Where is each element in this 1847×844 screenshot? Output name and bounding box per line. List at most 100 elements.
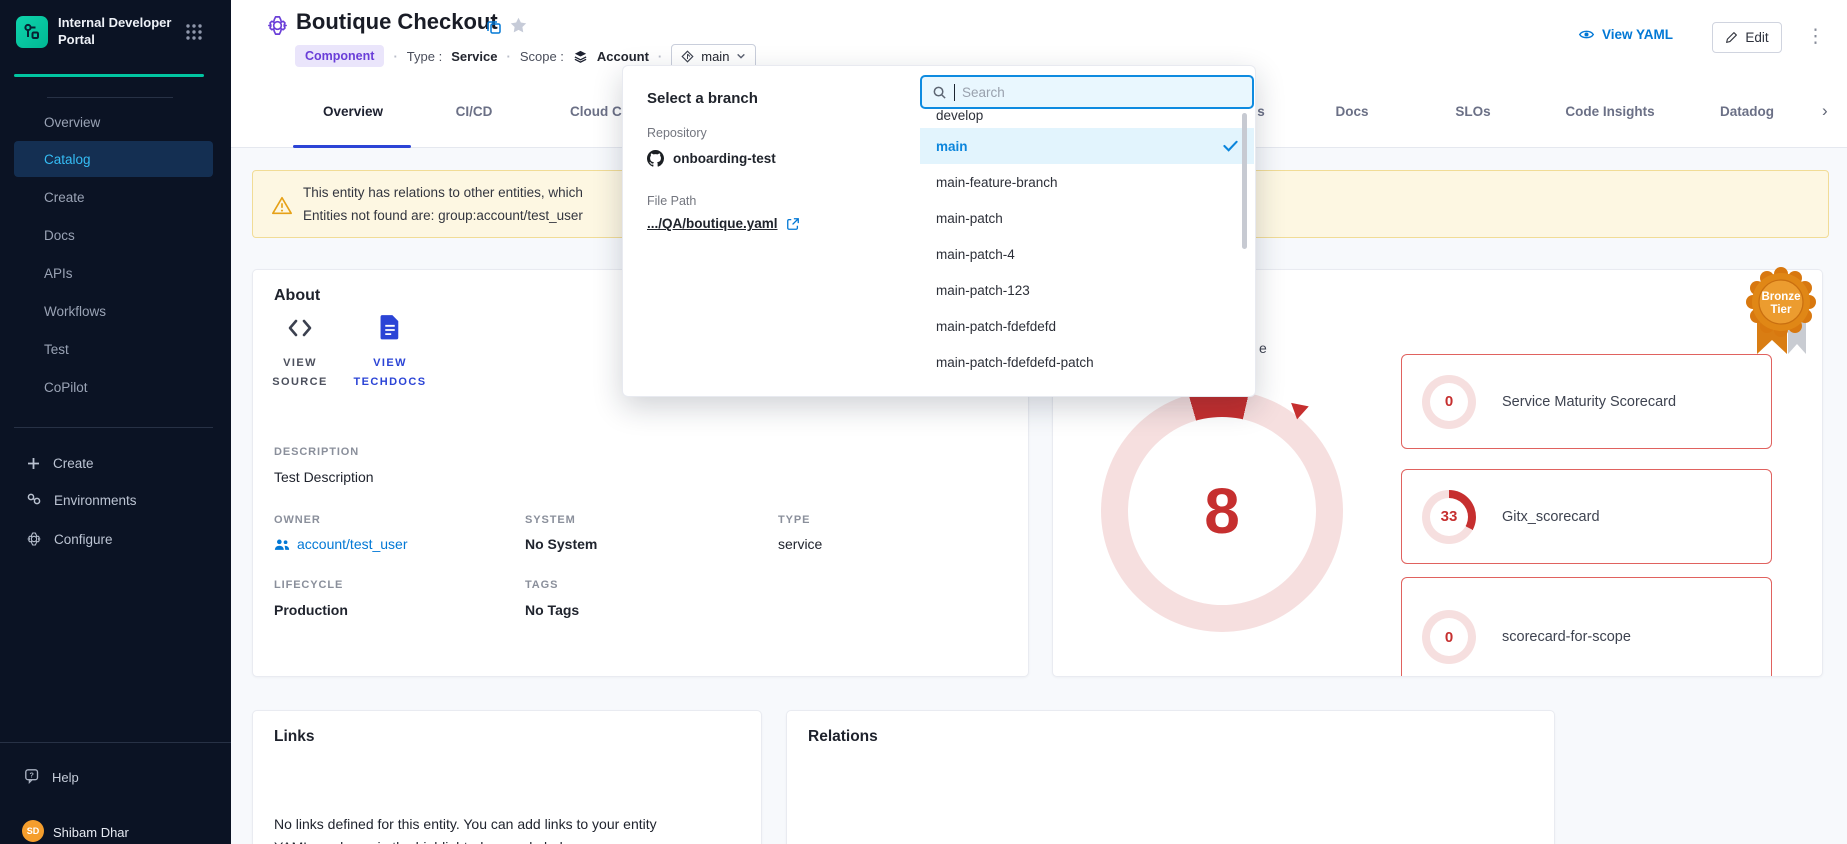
overall-score-gauge: 8 bbox=[1101, 390, 1343, 632]
search-placeholder: Search bbox=[962, 85, 1005, 100]
scorecard-item-gitx[interactable]: 33 Gitx_scorecard bbox=[1401, 469, 1772, 564]
branch-list: develop main main-feature-branch main-pa… bbox=[920, 109, 1254, 395]
branch-option-main-patch-123[interactable]: main-patch-123 bbox=[920, 272, 1254, 308]
kind-badge: Component bbox=[295, 45, 384, 67]
pencil-icon bbox=[1725, 31, 1738, 44]
user-name[interactable]: Shibam Dhar bbox=[53, 825, 129, 840]
branch-option-main-patch-fdefdefd-patch[interactable]: main-patch-fdefdefd-patch bbox=[920, 344, 1254, 380]
check-icon bbox=[1223, 140, 1238, 152]
description-label: DESCRIPTION bbox=[274, 446, 359, 458]
scorecard-item-service-maturity[interactable]: 0 Service Maturity Scorecard bbox=[1401, 354, 1772, 449]
sidebar-item-test[interactable]: Test bbox=[14, 331, 213, 367]
lifecycle-value: Production bbox=[274, 602, 348, 618]
links-empty-line2: YAML as shown in the highlighted example… bbox=[274, 836, 585, 844]
scope-value: Account bbox=[597, 49, 649, 64]
text-caret bbox=[954, 84, 955, 101]
code-icon bbox=[286, 316, 314, 340]
file-path-link[interactable]: .../QA/boutique.yaml bbox=[647, 216, 778, 231]
warning-triangle-icon bbox=[271, 195, 293, 217]
repository-value: onboarding-test bbox=[647, 150, 776, 167]
branch-option-main-patch[interactable]: main-patch bbox=[920, 200, 1254, 236]
hidden-text-fragment: e bbox=[1259, 340, 1267, 356]
lifecycle-label: LIFECYCLE bbox=[274, 579, 343, 591]
sidebar-divider-bottom bbox=[0, 742, 231, 743]
branch-option-main-patch-fdefdefd[interactable]: main-patch-fdefdefd bbox=[920, 308, 1254, 344]
view-source-button[interactable]: VIEW SOURCE bbox=[250, 316, 350, 391]
sidebar-item-workflows[interactable]: Workflows bbox=[14, 293, 213, 329]
links-title: Links bbox=[274, 728, 314, 746]
owner-link[interactable]: account/test_user bbox=[274, 536, 408, 552]
sidebar-action-environments[interactable]: Environments bbox=[14, 486, 213, 514]
help-chat-icon: ? bbox=[24, 768, 42, 786]
popover-title: Select a branch bbox=[647, 90, 758, 107]
tags-value: No Tags bbox=[525, 602, 579, 618]
badge-text-line2: Tier bbox=[1771, 304, 1792, 316]
sidebar-divider-mid bbox=[14, 427, 213, 428]
owner-label: OWNER bbox=[274, 514, 321, 526]
component-gear-icon bbox=[266, 14, 289, 37]
gear-icon bbox=[26, 531, 42, 547]
plus-icon bbox=[26, 456, 41, 471]
git-branch-icon bbox=[681, 50, 694, 63]
user-avatar[interactable]: SD bbox=[22, 820, 44, 842]
tab-cicd[interactable]: CI/CD bbox=[439, 104, 509, 119]
sidebar-item-copilot[interactable]: CoPilot bbox=[14, 369, 213, 405]
external-link-icon[interactable] bbox=[786, 217, 800, 231]
scorecard-mini-gauge: 33 bbox=[1422, 490, 1476, 544]
pipeline-glyph bbox=[22, 22, 42, 42]
view-yaml-button[interactable]: View YAML bbox=[1578, 26, 1673, 43]
gauge-arrow bbox=[1288, 403, 1309, 421]
system-value: No System bbox=[525, 536, 597, 552]
tab-docs[interactable]: Docs bbox=[1317, 104, 1387, 119]
banner-line-1: This entity has relations to other entit… bbox=[303, 185, 583, 200]
portal-logo-icon[interactable] bbox=[16, 16, 48, 48]
tab-datadog[interactable]: Datadog bbox=[1707, 104, 1787, 119]
tab-overview[interactable]: Overview bbox=[293, 104, 413, 119]
branch-popover: Select a branch Repository onboarding-te… bbox=[622, 65, 1256, 397]
more-tabs-chevron[interactable]: › bbox=[1822, 101, 1828, 121]
links-card: Links No links defined for this entity. … bbox=[252, 710, 762, 844]
badge-text-line1: Bronze bbox=[1762, 291, 1801, 303]
sidebar: Internal Developer Portal Overview Catal… bbox=[0, 0, 231, 844]
portal-title: Internal Developer Portal bbox=[58, 15, 180, 49]
overall-score-value: 8 bbox=[1204, 474, 1240, 548]
description-value: Test Description bbox=[274, 469, 374, 485]
scorecard-mini-gauge: 0 bbox=[1422, 375, 1476, 429]
sidebar-action-configure[interactable]: Configure bbox=[14, 525, 213, 553]
view-techdocs-button[interactable]: VIEW TECHDOCS bbox=[340, 314, 440, 391]
branch-option-main[interactable]: main bbox=[920, 128, 1254, 164]
tab-slos[interactable]: SLOs bbox=[1438, 104, 1508, 119]
bronze-tier-badge: Bronze Tier bbox=[1742, 264, 1820, 360]
branch-option-main-patch-4[interactable]: main-patch-4 bbox=[920, 236, 1254, 272]
scorecard-mini-gauge: 0 bbox=[1422, 610, 1476, 664]
sidebar-action-create[interactable]: Create bbox=[14, 449, 213, 477]
github-icon bbox=[647, 150, 664, 167]
chevron-down-icon bbox=[736, 51, 746, 61]
sidebar-item-create[interactable]: Create bbox=[14, 179, 213, 215]
eye-icon bbox=[1578, 26, 1595, 43]
sidebar-item-apis[interactable]: APIs bbox=[14, 255, 213, 291]
list-scrollbar[interactable] bbox=[1242, 113, 1247, 249]
tags-label: TAGS bbox=[525, 579, 558, 591]
sidebar-item-overview[interactable]: Overview bbox=[14, 104, 213, 140]
links-empty-line1: No links defined for this entity. You ca… bbox=[274, 813, 657, 836]
system-label: SYSTEM bbox=[525, 514, 576, 526]
branch-search-input[interactable]: Search bbox=[920, 75, 1254, 109]
copy-icon[interactable] bbox=[486, 19, 502, 35]
sidebar-item-catalog[interactable]: Catalog bbox=[14, 141, 213, 177]
tab-code-insights[interactable]: Code Insights bbox=[1552, 104, 1668, 119]
sidebar-divider-top bbox=[47, 97, 173, 98]
banner-line-2: Entities not found are: group:account/te… bbox=[303, 208, 583, 223]
help-button[interactable]: ? Help bbox=[24, 768, 79, 786]
kebab-menu[interactable]: ⋮ bbox=[1806, 22, 1825, 52]
type-value: Service bbox=[451, 49, 497, 64]
repository-label: Repository bbox=[647, 126, 707, 140]
app-grid-icon[interactable] bbox=[184, 22, 204, 42]
scorecard-item-scope[interactable]: 0 scorecard-for-scope bbox=[1401, 577, 1772, 677]
branch-option-main-feature-branch[interactable]: main-feature-branch bbox=[920, 164, 1254, 200]
svg-text:?: ? bbox=[29, 770, 33, 779]
type-field-value: service bbox=[778, 536, 822, 552]
edit-button[interactable]: Edit bbox=[1712, 22, 1782, 53]
sidebar-item-docs[interactable]: Docs bbox=[14, 217, 213, 253]
star-icon[interactable] bbox=[509, 16, 528, 35]
